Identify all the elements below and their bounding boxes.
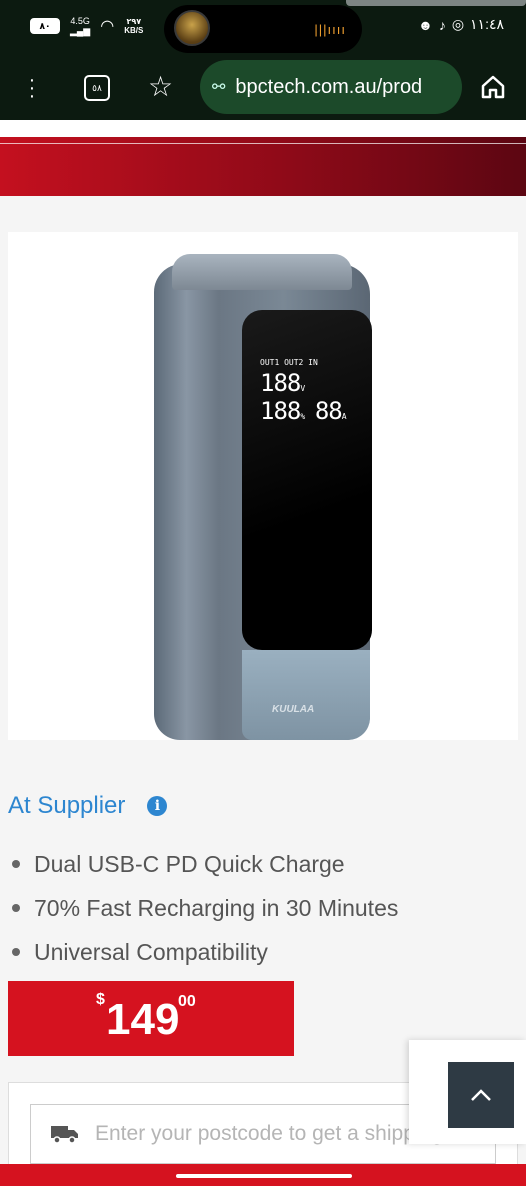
red-banner — [0, 136, 526, 196]
bullet-icon — [12, 904, 20, 912]
speed-value: ٢٩٧ — [126, 17, 142, 26]
price-dollars: 149 — [106, 995, 180, 1044]
network-type: 4.5G — [70, 16, 90, 26]
status-bar: ٨٠ 4.5G ▂▄▆ ◠ ٢٩٧ KB/S |||ıııı ☻ ♪ ◎ ١١:٤… — [0, 0, 526, 56]
lcd-display: OUT1 OUT2 IN 188V 188% 88A — [260, 350, 372, 425]
lcd-labels: OUT1 OUT2 IN — [260, 358, 318, 367]
battery-icon: ٨٠ — [30, 18, 60, 34]
lcd-amps-unit: A — [341, 412, 347, 421]
list-item: 70% Fast Recharging in 30 Minutes — [12, 886, 398, 930]
avatar — [174, 10, 210, 46]
chevron-up-icon — [471, 1089, 491, 1101]
device-screen: OUT1 OUT2 IN 188V 188% 88A — [242, 310, 372, 650]
site-settings-icon[interactable]: ⚯ — [212, 77, 225, 97]
supplier-label: At Supplier — [8, 792, 126, 819]
price-currency: $ — [96, 991, 105, 1008]
network-speed: ٢٩٧ KB/S — [124, 17, 143, 35]
device-ports — [172, 254, 352, 290]
lcd-volts: 188 — [260, 369, 301, 397]
product-image[interactable]: OUT1 OUT2 IN 188V 188% 88A KUULAA — [8, 232, 518, 740]
device-base — [242, 650, 370, 740]
audio-wave-icon: |||ıııı — [314, 22, 346, 37]
lcd-volts-unit: V — [300, 384, 306, 393]
list-item: Dual USB-C PD Quick Charge — [12, 842, 398, 886]
lcd-percent-sign: % — [300, 412, 306, 421]
tab-switcher-button[interactable]: ٥٨ — [84, 75, 110, 101]
menu-icon[interactable]: · · · — [22, 70, 42, 106]
truck-icon — [51, 1126, 78, 1144]
status-bar-accent — [346, 0, 526, 6]
price-cents: 00 — [178, 993, 196, 1010]
bookmark-star-icon[interactable]: ☆ — [148, 70, 173, 103]
supplier-row: At Supplier i — [8, 792, 168, 820]
assistant-icon: ☻ — [418, 16, 433, 33]
wifi-icon: ◠ — [100, 18, 115, 35]
instagram-icon: ◎ — [451, 16, 465, 32]
info-icon[interactable]: i — [147, 796, 168, 816]
url-text: bpctech.com.au/prod — [235, 75, 423, 98]
dynamic-island[interactable]: |||ıııı — [164, 5, 362, 53]
signal-icon: 4.5G ▂▄▆ — [70, 16, 91, 36]
bullet-icon — [12, 860, 20, 868]
home-indicator[interactable] — [176, 1174, 352, 1178]
price-badge: $ 149 00 — [8, 981, 294, 1056]
scroll-to-top-button[interactable] — [448, 1062, 514, 1128]
header-band — [0, 120, 526, 136]
banner-divider — [0, 143, 526, 144]
home-icon[interactable] — [480, 74, 506, 100]
power-bank-illustration: OUT1 OUT2 IN 188V 188% 88A KUULAA — [154, 254, 374, 740]
browser-toolbar: · · · ٥٨ ☆ ⚯ bpctech.com.au/prod — [0, 56, 526, 120]
feature-list: Dual USB-C PD Quick Charge 70% Fast Rech… — [12, 842, 398, 974]
feature-text: Dual USB-C PD Quick Charge — [34, 851, 345, 877]
status-left: ٨٠ 4.5G ▂▄▆ ◠ ٢٩٧ KB/S — [30, 16, 143, 36]
postcode-placeholder: Enter your postcode to get a shipping — [95, 1122, 443, 1145]
speed-unit: KB/S — [124, 26, 144, 35]
status-right: ☻ ♪ ◎ ١١:٤٨ — [418, 16, 504, 33]
feature-text: Universal Compatibility — [34, 939, 268, 965]
lcd-percent: 188 — [260, 397, 301, 425]
feature-text: 70% Fast Recharging in 30 Minutes — [34, 895, 399, 921]
clock: ١١:٤٨ — [470, 16, 504, 32]
list-item: Universal Compatibility — [12, 930, 398, 974]
device-brand: KUULAA — [272, 704, 315, 715]
lcd-amps: 88 — [314, 397, 343, 425]
tiktok-icon: ♪ — [438, 16, 446, 33]
bullet-icon — [12, 948, 20, 956]
address-bar[interactable]: ⚯ bpctech.com.au/prod — [200, 60, 462, 114]
